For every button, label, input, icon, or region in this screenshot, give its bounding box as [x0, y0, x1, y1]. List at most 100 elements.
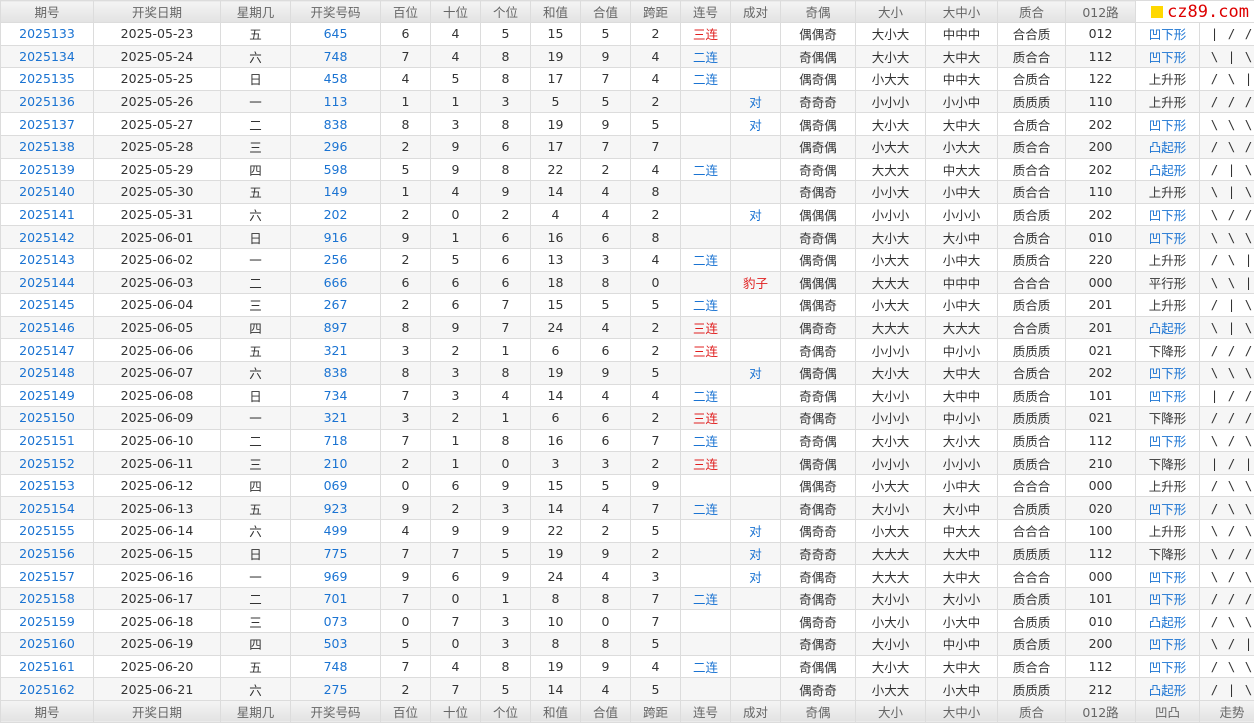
- units-cell: 9: [481, 565, 531, 588]
- issue-cell[interactable]: 2025145: [1, 294, 94, 317]
- route-cell: 000: [1066, 271, 1136, 294]
- table-body: 20251332025-05-23五6456451552三连偶偶奇大小大中中中合…: [1, 23, 1254, 701]
- issue-cell[interactable]: 2025138: [1, 135, 94, 158]
- weekday-cell: 一: [221, 407, 291, 430]
- col-header-date: 开奖日期: [94, 1, 221, 23]
- issue-cell[interactable]: 2025159: [1, 610, 94, 633]
- pair-cell: [731, 158, 781, 181]
- sum-tail-cell: 2: [581, 520, 631, 543]
- weekday-cell: 四: [221, 474, 291, 497]
- issue-cell[interactable]: 2025136: [1, 90, 94, 113]
- units-cell: 8: [481, 655, 531, 678]
- sum-tail-cell: 9: [581, 542, 631, 565]
- weekday-cell: 五: [221, 181, 291, 204]
- weekday-cell: 五: [221, 497, 291, 520]
- col-header-sum: 和值: [531, 1, 581, 23]
- big-mid-small-cell: 大中中: [926, 384, 998, 407]
- hundreds-cell: 4: [381, 520, 431, 543]
- trend-cell: / \ |: [1200, 248, 1254, 271]
- issue-cell[interactable]: 2025153: [1, 474, 94, 497]
- site-logo[interactable]: cz89.com: [1136, 1, 1254, 23]
- number-cell: 256: [291, 248, 381, 271]
- date-cell: 2025-06-04: [94, 294, 221, 317]
- issue-cell[interactable]: 2025133: [1, 23, 94, 46]
- sum-cell: 14: [531, 384, 581, 407]
- issue-cell[interactable]: 2025143: [1, 248, 94, 271]
- table-row: 20251472025-06-06五321321662三连奇偶奇小小小中小小质质…: [1, 339, 1254, 362]
- sum-cell: 19: [531, 542, 581, 565]
- date-cell: 2025-06-15: [94, 542, 221, 565]
- table-row: 20251532025-06-12四0690691559偶偶奇小大大小中大合合合…: [1, 474, 1254, 497]
- issue-cell[interactable]: 2025154: [1, 497, 94, 520]
- sum-tail-cell: 3: [581, 452, 631, 475]
- date-cell: 2025-06-11: [94, 452, 221, 475]
- sum-tail-cell: 4: [581, 565, 631, 588]
- date-cell: 2025-06-18: [94, 610, 221, 633]
- odd-even-cell: 奇偶偶: [781, 655, 856, 678]
- number-cell: 073: [291, 610, 381, 633]
- odd-even-cell: 偶奇偶: [781, 135, 856, 158]
- consecutive-cell: [681, 610, 731, 633]
- sum-tail-cell: 7: [581, 68, 631, 91]
- issue-cell[interactable]: 2025156: [1, 542, 94, 565]
- issue-cell[interactable]: 2025134: [1, 45, 94, 68]
- table-row: 20251422025-06-01日9169161668奇奇偶大小大大小中合质合…: [1, 226, 1254, 249]
- issue-cell[interactable]: 2025135: [1, 68, 94, 91]
- span-cell: 4: [631, 384, 681, 407]
- hundreds-cell: 6: [381, 271, 431, 294]
- big-mid-small-cell: 小小中: [926, 90, 998, 113]
- issue-cell[interactable]: 2025142: [1, 226, 94, 249]
- issue-cell[interactable]: 2025141: [1, 203, 94, 226]
- trend-cell: / \ \: [1200, 474, 1254, 497]
- consecutive-cell: [681, 633, 731, 656]
- shape-cell: 凹下形: [1136, 23, 1200, 46]
- units-cell: 5: [481, 678, 531, 701]
- issue-cell[interactable]: 2025137: [1, 113, 94, 136]
- weekday-cell: 六: [221, 361, 291, 384]
- route-cell: 220: [1066, 248, 1136, 271]
- issue-cell[interactable]: 2025158: [1, 587, 94, 610]
- trend-cell: / \ /: [1200, 135, 1254, 158]
- table-row: 20251562025-06-15日7757751992对奇奇奇大大大大大中质质…: [1, 542, 1254, 565]
- issue-cell[interactable]: 2025149: [1, 384, 94, 407]
- number-cell: 503: [291, 633, 381, 656]
- route-cell: 000: [1066, 474, 1136, 497]
- sum-tail-cell: 8: [581, 587, 631, 610]
- issue-cell[interactable]: 2025155: [1, 520, 94, 543]
- weekday-cell: 三: [221, 294, 291, 317]
- hundreds-cell: 8: [381, 113, 431, 136]
- sum-cell: 15: [531, 294, 581, 317]
- issue-cell[interactable]: 2025140: [1, 181, 94, 204]
- size-cell: 小大大: [856, 474, 926, 497]
- issue-cell[interactable]: 2025148: [1, 361, 94, 384]
- issue-cell[interactable]: 2025157: [1, 565, 94, 588]
- col-header-units: 个位: [481, 1, 531, 23]
- issue-cell[interactable]: 2025144: [1, 271, 94, 294]
- issue-cell[interactable]: 2025160: [1, 633, 94, 656]
- shape-cell: 凹下形: [1136, 497, 1200, 520]
- prime-cell: 合合合: [998, 271, 1066, 294]
- route-cell: 021: [1066, 339, 1136, 362]
- weekday-cell: 日: [221, 384, 291, 407]
- prime-cell: 合质合: [998, 68, 1066, 91]
- number-cell: 916: [291, 226, 381, 249]
- issue-cell[interactable]: 2025162: [1, 678, 94, 701]
- size-cell: 大大大: [856, 565, 926, 588]
- issue-cell[interactable]: 2025151: [1, 429, 94, 452]
- issue-cell[interactable]: 2025152: [1, 452, 94, 475]
- issue-cell[interactable]: 2025147: [1, 339, 94, 362]
- shape-cell: 上升形: [1136, 474, 1200, 497]
- table-row: 20251352025-05-25日4584581774二连偶奇偶小大大中中大合…: [1, 68, 1254, 91]
- trend-cell: \ | \: [1200, 181, 1254, 204]
- span-cell: 4: [631, 45, 681, 68]
- trend-cell: \ / /: [1200, 203, 1254, 226]
- issue-cell[interactable]: 2025146: [1, 316, 94, 339]
- sum-cell: 19: [531, 655, 581, 678]
- issue-cell[interactable]: 2025139: [1, 158, 94, 181]
- issue-cell[interactable]: 2025150: [1, 407, 94, 430]
- pair-cell: [731, 587, 781, 610]
- trend-cell: / | \: [1200, 294, 1254, 317]
- issue-cell[interactable]: 2025161: [1, 655, 94, 678]
- table-row: 20251402025-05-30五1491491448奇偶奇小小大小中大质合合…: [1, 181, 1254, 204]
- col-header-route: 012路: [1066, 1, 1136, 23]
